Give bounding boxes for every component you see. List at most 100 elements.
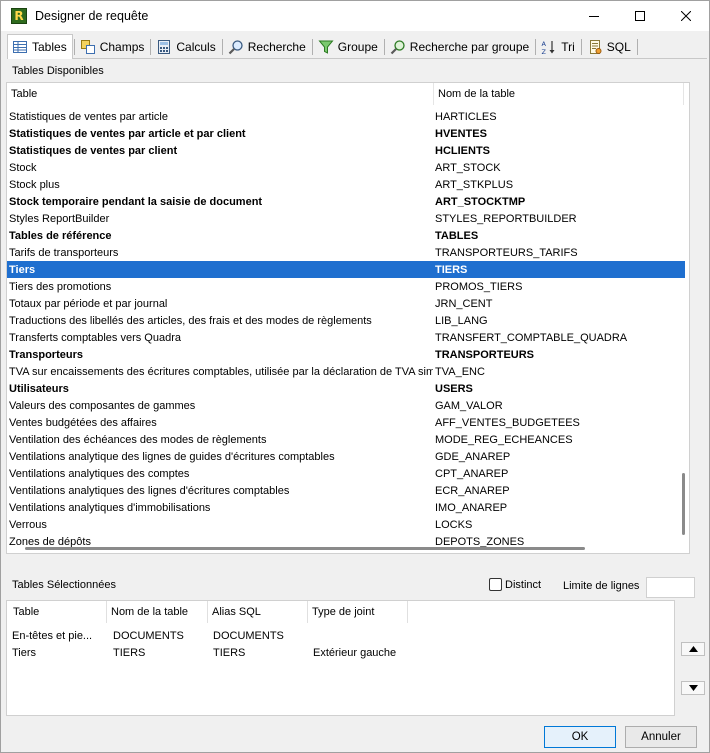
- vertical-scrollbar[interactable]: [679, 83, 689, 553]
- table-row[interactable]: Ventilation des échéances des modes de r…: [7, 431, 685, 448]
- table-name-cell: ART_STOCK: [435, 161, 501, 174]
- tab-bar: Tables Champs Calculs Recherche Groupe R…: [7, 33, 707, 59]
- svg-text:Z: Z: [542, 48, 547, 55]
- table-row[interactable]: Transporteurs TRANSPORTEURS: [7, 346, 685, 363]
- table-row[interactable]: Styles ReportBuilder STYLES_REPORTBUILDER: [7, 210, 685, 227]
- column-header-join-type[interactable]: Type de joint: [308, 601, 408, 623]
- available-tables-grid[interactable]: Table Nom de la table Statistiques de ve…: [6, 82, 690, 554]
- tab-recherche-par-groupe[interactable]: Recherche par groupe: [386, 36, 534, 58]
- table-label-cell: Ventilations analytiques des comptes: [9, 467, 190, 480]
- table-row[interactable]: Verrous LOCKS: [7, 516, 685, 533]
- minimize-button[interactable]: [571, 1, 617, 31]
- tab-recherche-par-groupe-label: Recherche par groupe: [409, 40, 530, 54]
- tab-divider: [383, 39, 385, 55]
- column-header-sql-alias[interactable]: Alias SQL: [208, 601, 308, 623]
- table-row[interactable]: Tables de référence TABLES: [7, 227, 685, 244]
- column-header-table-name[interactable]: Nom de la table: [107, 601, 208, 623]
- ok-button[interactable]: OK: [544, 726, 616, 748]
- table-row[interactable]: Valeurs des composantes de gammes GAM_VAL…: [7, 397, 685, 414]
- minimize-icon: [589, 16, 599, 17]
- tab-sql[interactable]: SQL: [583, 36, 636, 58]
- column-header-table-name[interactable]: Nom de la table: [434, 83, 684, 105]
- table-row[interactable]: TVA sur encaissements des écritures comp…: [7, 363, 685, 380]
- maximize-button[interactable]: [617, 1, 663, 31]
- group-search-icon: [390, 40, 405, 55]
- move-down-button[interactable]: [681, 681, 705, 695]
- close-button[interactable]: [663, 1, 709, 31]
- selected-table-cell: En-têtes et pie...: [12, 629, 93, 642]
- table-label-cell: Statistiques de ventes par article et pa…: [9, 127, 246, 140]
- table-row[interactable]: Ventilations analytique des lignes de gu…: [7, 448, 685, 465]
- table-row[interactable]: Stock plus ART_STKPLUS: [7, 176, 685, 193]
- table-row[interactable]: Tiers TIERS: [7, 261, 685, 278]
- table-row[interactable]: Ventilations analytiques des lignes d'éc…: [7, 482, 685, 499]
- table-row[interactable]: Tarifs de transporteurs TRANSPORTEURS_TAR…: [7, 244, 685, 261]
- table-row[interactable]: Statistiques de ventes par client HCLIENT…: [7, 142, 685, 159]
- distinct-checkbox[interactable]: [489, 578, 502, 591]
- table-name-cell: LOCKS: [435, 518, 473, 531]
- table-name-cell: ECR_ANAREP: [435, 484, 510, 497]
- move-up-button[interactable]: [681, 642, 705, 656]
- horizontal-scroll-thumb[interactable]: [25, 547, 585, 550]
- tab-tri[interactable]: AZ Tri: [537, 36, 580, 58]
- tab-sql-label: SQL: [606, 40, 631, 54]
- vertical-scroll-thumb[interactable]: [682, 473, 685, 535]
- tab-recherche[interactable]: Recherche: [224, 36, 311, 58]
- table-row[interactable]: Ventilations analytiques des comptes CPT_…: [7, 465, 685, 482]
- tab-champs-label: Champs: [99, 40, 145, 54]
- tab-calculs[interactable]: Calculs: [152, 36, 220, 58]
- tab-tables-label: Tables: [32, 40, 67, 54]
- table-name-cell: CPT_ANAREP: [435, 467, 509, 480]
- table-row[interactable]: Stock ART_STOCK: [7, 159, 685, 176]
- distinct-option[interactable]: Distinct: [489, 578, 541, 591]
- table-name-cell: STYLES_REPORTBUILDER: [435, 212, 577, 225]
- table-name-cell: TVA_ENC: [435, 365, 485, 378]
- table-row[interactable]: Transferts comptables vers Quadra TRANSFE…: [7, 329, 685, 346]
- table-name-cell: USERS: [435, 382, 473, 395]
- column-header-table[interactable]: Table: [7, 601, 107, 623]
- selected-tables-grid[interactable]: Table Nom de la table Alias SQL Type de …: [6, 600, 675, 716]
- available-grid-header: Table Nom de la table: [7, 83, 689, 105]
- table-row[interactable]: Tiers des promotions PROMOS_TIERS: [7, 278, 685, 295]
- row-limit-input[interactable]: [646, 577, 695, 598]
- table-name-cell: GDE_ANAREP: [435, 450, 511, 463]
- arrow-up-icon: [688, 646, 698, 652]
- selected-table-row[interactable]: En-têtes et pie... DOCUMENTS DOCUMENTS: [7, 627, 408, 644]
- table-icon: [13, 41, 27, 53]
- table-row[interactable]: Ventes budgétées des affaires AFF_VENTES_…: [7, 414, 685, 431]
- table-row[interactable]: Statistiques de ventes par article HARTIC…: [7, 108, 685, 125]
- table-label-cell: Ventes budgétées des affaires: [9, 416, 157, 429]
- tab-champs[interactable]: Champs: [76, 36, 150, 58]
- selected-alias-cell: TIERS: [213, 646, 246, 659]
- table-row[interactable]: Totaux par période et par journal JRN_CEN…: [7, 295, 685, 312]
- table-row[interactable]: Traductions des libellés des articles, d…: [7, 312, 685, 329]
- table-name-cell: LIB_LANG: [435, 314, 488, 327]
- selected-name-cell: DOCUMENTS: [113, 629, 184, 642]
- table-label-cell: Statistiques de ventes par client: [9, 144, 178, 157]
- table-row[interactable]: Statistiques de ventes par article et pa…: [7, 125, 685, 142]
- table-label-cell: Verrous: [9, 518, 47, 531]
- tab-divider: [150, 39, 152, 55]
- table-row[interactable]: Ventilations analytiques d'immobilisatio…: [7, 499, 685, 516]
- table-row[interactable]: Stock temporaire pendant la saisie de do…: [7, 193, 685, 210]
- tab-tables[interactable]: Tables: [7, 34, 73, 59]
- table-row[interactable]: Utilisateurs USERS: [7, 380, 685, 397]
- selected-alias-cell: DOCUMENTS: [213, 629, 284, 642]
- maximize-icon: [635, 11, 645, 21]
- selected-table-row[interactable]: Tiers TIERS TIERS Extérieur gauche: [7, 644, 408, 661]
- table-name-cell: TIERS: [435, 263, 468, 276]
- table-label-cell: Stock plus: [9, 178, 60, 191]
- column-header-table[interactable]: Table: [7, 83, 434, 105]
- available-rows: Statistiques de ventes par article HARTIC…: [7, 108, 685, 550]
- table-label-cell: Stock temporaire pendant la saisie de do…: [9, 195, 263, 208]
- table-label-cell: Tiers: [9, 263, 36, 276]
- horizontal-scrollbar[interactable]: [7, 543, 689, 553]
- table-name-cell: ART_STOCKTMP: [435, 195, 526, 208]
- table-name-cell: TABLES: [435, 229, 479, 242]
- selected-tables-label: Tables Sélectionnées: [12, 579, 116, 591]
- tab-divider: [580, 39, 582, 55]
- table-label-cell: Tarifs de transporteurs: [9, 246, 119, 259]
- cancel-button[interactable]: Annuler: [625, 726, 697, 748]
- tab-divider: [73, 39, 75, 55]
- tab-groupe[interactable]: Groupe: [314, 36, 383, 58]
